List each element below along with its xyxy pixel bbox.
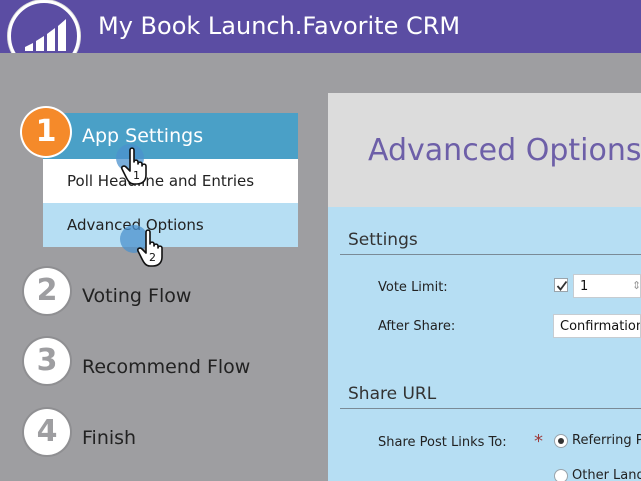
checkmark-icon	[556, 280, 568, 291]
vote-limit-label: Vote Limit:	[378, 280, 448, 295]
radio-referring-page-label: Referring P	[572, 433, 641, 448]
step-finish[interactable]: Finish	[82, 426, 136, 450]
vote-limit-input[interactable]: 1	[573, 274, 641, 298]
step-app-settings-label: App Settings	[82, 125, 204, 147]
step-3-badge: 3	[24, 338, 70, 384]
hand-cursor-icon: 2	[136, 228, 170, 268]
app-title: My Book Launch.Favorite CRM	[98, 12, 461, 40]
stepper-arrows-icon[interactable]: ⇕	[632, 278, 641, 294]
after-share-select[interactable]: Confirmation	[553, 314, 641, 338]
settings-section-title: Settings	[348, 230, 418, 250]
cursor-2-number: 2	[149, 251, 156, 264]
page-title: Advanced Options	[368, 133, 641, 168]
app-header: My Book Launch.Favorite CRM	[0, 0, 641, 53]
sub-item-advanced-options[interactable]: Advanced Options	[43, 203, 298, 247]
share-post-links-label: Share Post Links To:	[378, 435, 507, 450]
section-divider	[340, 408, 641, 409]
step-1-badge: 1	[22, 108, 70, 156]
content-header: Advanced Options	[328, 93, 641, 207]
sub-item-poll-headline[interactable]: Poll Headline and Entries	[43, 159, 298, 203]
radio-referring-page[interactable]	[554, 434, 568, 448]
radio-other-landing[interactable]	[554, 469, 568, 481]
content-body: Settings Vote Limit: 1 ⇕ After Share: Co…	[328, 207, 641, 481]
step-recommend-flow[interactable]: Recommend Flow	[82, 355, 250, 379]
hand-cursor-icon: 1	[120, 146, 154, 186]
section-divider	[340, 254, 641, 255]
share-url-section-title: Share URL	[348, 384, 437, 404]
bar-chart-icon	[25, 19, 66, 51]
step-4-badge: 4	[24, 409, 70, 455]
radio-other-landing-label: Other Land	[572, 468, 641, 481]
cursor-1-number: 1	[133, 169, 140, 182]
after-share-label: After Share:	[378, 319, 456, 334]
required-asterisk: *	[534, 431, 543, 452]
step-2-badge: 2	[24, 268, 70, 314]
step-voting-flow[interactable]: Voting Flow	[82, 284, 191, 308]
vote-limit-checkbox[interactable]	[554, 278, 568, 292]
main-top-bar	[328, 53, 641, 93]
